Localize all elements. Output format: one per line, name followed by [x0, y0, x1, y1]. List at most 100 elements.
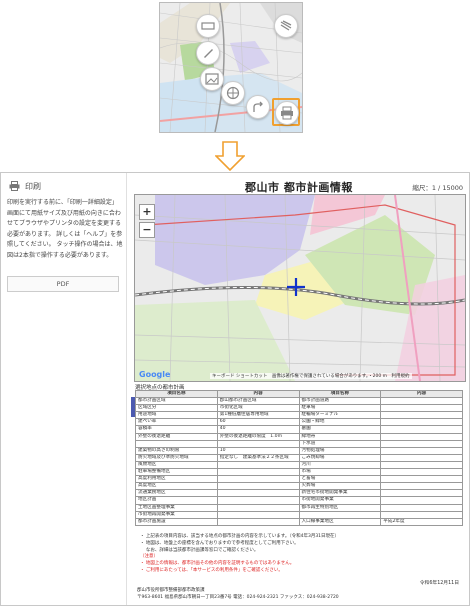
footer-org: 郡山市役所都市整備部都市政策課 〒963-8601 福島県郡山市朝日一丁目23番… — [137, 588, 339, 601]
table-row: 土地区画整理事業 都市再生特別地区 — [135, 503, 463, 512]
table-cell: 墓園 — [298, 425, 382, 434]
table-cell: 平成2年度 — [380, 517, 463, 526]
note-line: ・ 地図上の情報は、都市計画その他の内容を証明するものではありません。 — [140, 561, 295, 567]
table-cell — [298, 510, 382, 519]
table-cell: 建築物の高さの制限 — [135, 446, 218, 455]
note-line: なお、詳細は当該都市計画課等窓口でご確認ください。 — [140, 547, 259, 553]
table-cell — [380, 460, 463, 470]
table-cell: 新住宅市街地開発事業 — [298, 489, 382, 498]
print-page: 郡山市 都市計画情報 縮尺：1 / 15000 + − Google キーボード… — [128, 173, 469, 605]
print-date: 令和6年12月11日 — [419, 581, 459, 586]
table-cell: 第1種低層住居専用地域 — [216, 411, 300, 420]
table-cell — [216, 460, 300, 470]
map-attribution: キーボード ショートカット 画像は著作権で保護されている場合があります。・200… — [210, 373, 412, 379]
footer-line: 〒963-8601 福島県郡山市朝日一丁目23番7号 電話：024-924-23… — [137, 594, 339, 600]
globe-icon — [226, 86, 240, 100]
table-cell: 防火地域及び準防火地域 — [135, 453, 218, 462]
table-cell: 土地区画整理事業 — [135, 503, 218, 512]
pencil-icon — [204, 49, 213, 58]
table-row: 用途地域 第1種低層住居専用地域 駐輪場ターミナル — [135, 411, 463, 420]
table-cell: 60 — [216, 418, 300, 427]
table-cell: 汚物処理場 — [298, 446, 382, 455]
table-cell: 建ぺい率 — [135, 418, 218, 427]
table-row: 都市計画施設 入口線事業地区 平成2年度 — [135, 517, 463, 526]
table-cell — [216, 468, 300, 477]
table-cell: 都市計画道路 — [298, 397, 382, 406]
table-row: 区域区分 市街化区域 駐車場 — [135, 404, 463, 413]
print-icon — [9, 181, 20, 191]
share-icon — [253, 101, 263, 112]
down-arrow-icon — [215, 141, 245, 171]
table-cell: 駐車場整備地区 — [135, 468, 218, 477]
table-row: 容積率 40 墓園 — [135, 425, 463, 434]
hamburger-button[interactable] — [274, 14, 298, 38]
table-row: 高度地区 火葬場 — [135, 482, 463, 491]
zoom-in-button[interactable]: + — [139, 204, 155, 220]
table-cell — [380, 439, 463, 448]
table-row: 外壁の後退距離 外壁の後退距離の限度 1.0m 緑地帯 — [135, 432, 463, 441]
image-icon — [205, 73, 219, 85]
table-cell: 緑地帯 — [298, 432, 382, 441]
table-header: 項目名称 — [135, 389, 218, 399]
share-button[interactable] — [246, 95, 270, 119]
notes: ・ 上記表の項目内容は、該当する地点の都市計画の内容を示しています。（令和4年3… — [140, 534, 460, 575]
google-logo: Google — [139, 370, 171, 379]
hamburger-icon — [280, 20, 292, 31]
ruler-button[interactable] — [196, 14, 220, 38]
print-map[interactable]: + − Google キーボード ショートカット 画像は著作権で保護されている場… — [134, 194, 466, 382]
table-cell — [380, 411, 463, 420]
print-preview-panel: 印刷 印刷を実行する前に、「印刷一詳細設定」画面にて用紙サイズ及び用紙の向きに合… — [0, 172, 470, 606]
table-cell — [380, 503, 463, 512]
table-cell: 10 — [216, 446, 300, 455]
table-cell — [216, 496, 300, 505]
pdf-button[interactable]: PDF — [7, 276, 119, 292]
table-cell: 都市計画区域 — [135, 397, 218, 406]
table-cell — [380, 489, 463, 498]
table-header-row: 項目名称 内容 項目名称 内容 — [135, 389, 463, 399]
pencil-button[interactable] — [196, 41, 220, 65]
table-row: 駐車場整備地区 市場 — [135, 468, 463, 477]
print-button[interactable] — [275, 101, 299, 125]
note-line: ・ ご利用にあたっては、「本サービスの利用条件」をご確認ください。 — [140, 567, 283, 573]
table-cell — [380, 425, 463, 434]
note-line: ・ 上記表の項目内容は、該当する地点の都市計画の内容を示しています。（令和4年3… — [140, 534, 340, 539]
table-cell — [380, 404, 463, 413]
table-cell — [216, 503, 300, 512]
sidebar-title: 印刷 — [25, 182, 41, 191]
ruler-icon — [201, 22, 215, 30]
table-cell — [216, 510, 300, 519]
table-cell: 河川 — [298, 460, 382, 470]
table-cell: 容積率 — [135, 425, 218, 434]
table-cell — [380, 510, 463, 519]
table-cell — [380, 468, 463, 477]
table-cell — [216, 517, 300, 526]
table-cell — [216, 475, 300, 484]
table-cell: 高度利用地区 — [135, 475, 218, 484]
table-cell — [135, 439, 218, 448]
table-body: 都市計画区域 郡山都市計画区域 都市計画道路 区域区分 市街化区域 駐車場 用途地域 第1種低… — [135, 397, 463, 526]
table-cell — [216, 489, 300, 498]
table-cell: ごみ焼却場 — [298, 453, 382, 462]
table-cell: 市場 — [298, 468, 382, 477]
table-row: 防火地域及び準防火地域 指定なし 建築基準法２２条区域 ごみ焼却場 — [135, 453, 463, 462]
table-cell — [216, 482, 300, 491]
table-cell: 駐輪場ターミナル — [298, 411, 382, 420]
table-cell: 都市再生特別地区 — [298, 503, 382, 512]
zoom-out-button[interactable]: − — [139, 222, 155, 238]
table-row: 下水道 — [135, 439, 463, 448]
table-cell: 火葬場 — [298, 482, 382, 491]
print-sidebar: 印刷 印刷を実行する前に、「印刷一詳細設定」画面にて用紙サイズ及び用紙の向きに合… — [1, 173, 127, 605]
table-cell — [380, 446, 463, 455]
image-button[interactable] — [200, 67, 224, 91]
table-cell: と畜場 — [298, 475, 382, 484]
note-line: ・ 地図は、地盤上の座標を含んでおりますので参考程度としてご利用下さい。 — [140, 540, 299, 546]
globe-button[interactable] — [221, 81, 245, 105]
table-row: 建ぺい率 60 公園・緑地 — [135, 418, 463, 427]
table-row: 地区計画 市街地開発事業 — [135, 496, 463, 505]
table-cell: 区域区分 — [135, 404, 218, 413]
table-row: 都市計画区域 郡山都市計画区域 都市計画道路 — [135, 397, 463, 406]
table-cell: 風致地区 — [135, 460, 218, 470]
table-header: 内容 — [380, 389, 463, 399]
table-header: 内容 — [216, 389, 300, 399]
table-cell: 郡山都市計画区域 — [216, 397, 300, 406]
